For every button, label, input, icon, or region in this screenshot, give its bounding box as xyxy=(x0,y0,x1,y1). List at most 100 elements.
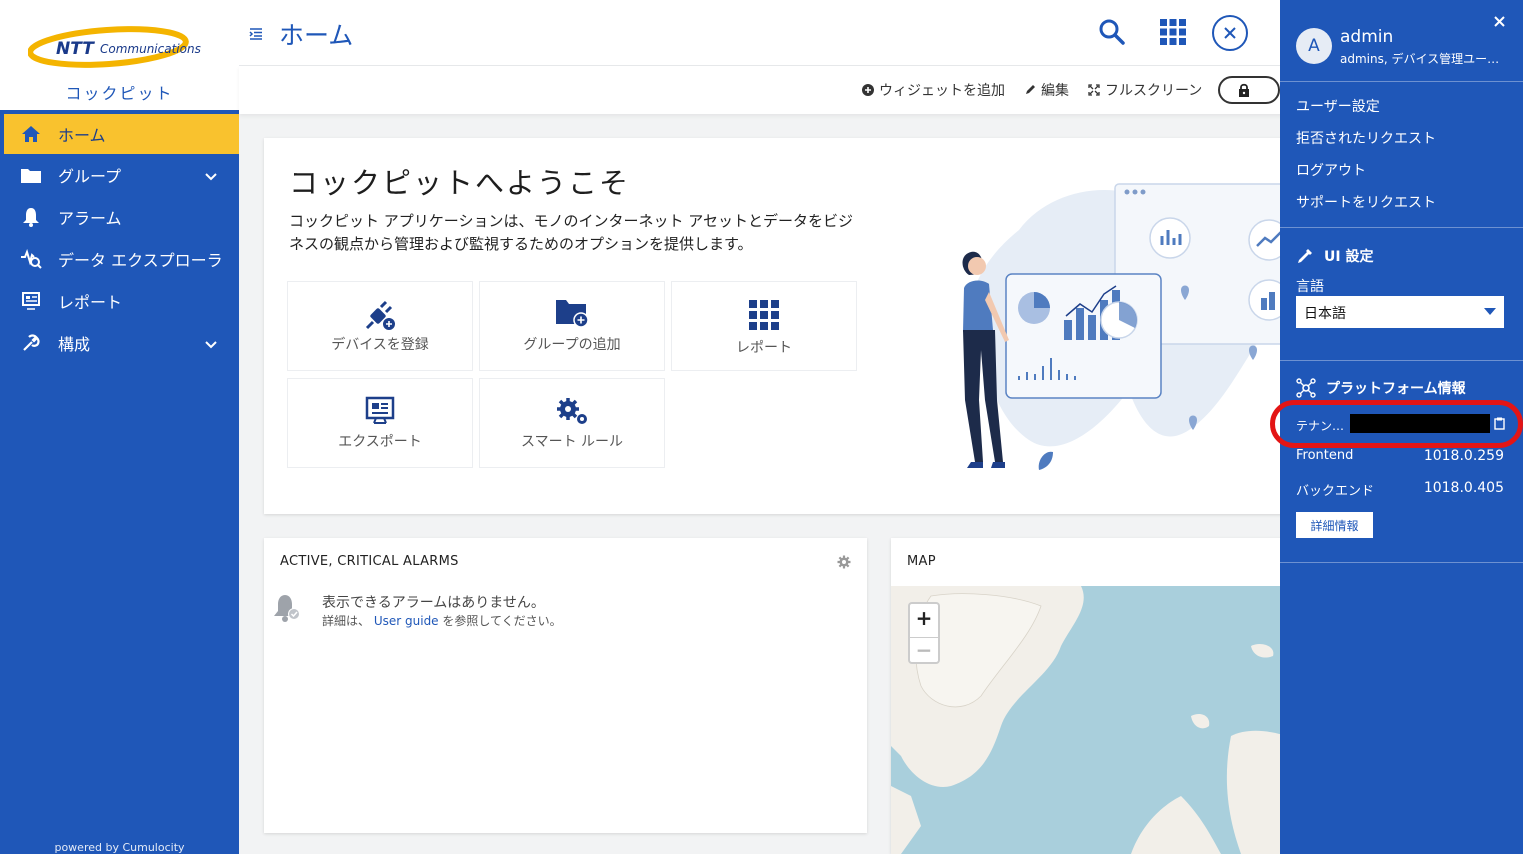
welcome-description: コックピット アプリケーションは、モノのインターネット アセットとデータをビジネ… xyxy=(289,212,853,253)
nav-item-data-explorer[interactable]: データ エクスプローラ xyxy=(0,238,239,280)
map-widget: MAP + − xyxy=(891,538,1311,854)
copy-icon[interactable] xyxy=(1494,415,1505,434)
user-name: admin xyxy=(1340,27,1394,47)
ui-settings-label: UI 設定 xyxy=(1324,249,1374,265)
page-title: ホーム xyxy=(279,21,354,50)
zoom-out-button[interactable]: − xyxy=(910,637,938,662)
edit-button[interactable]: 編集 xyxy=(1024,80,1069,100)
backend-version-row: バックエンド 1018.0.405 xyxy=(1296,480,1504,499)
no-alarms-message: 表示できるアラームはありません。 xyxy=(322,595,545,611)
backend-label: バックエンド xyxy=(1296,484,1375,499)
tools-icon xyxy=(20,332,42,354)
lock-icon xyxy=(1224,80,1264,100)
app-name: コックピット xyxy=(65,84,174,103)
sidebar-toggle-icon[interactable] xyxy=(249,25,263,44)
rejected-requests-link[interactable]: 拒否されたリクエスト xyxy=(1296,128,1436,148)
report-icon xyxy=(20,290,42,312)
request-support-link[interactable]: サポートをリクエスト xyxy=(1296,192,1436,212)
close-icon[interactable] xyxy=(1494,12,1505,31)
logout-link[interactable]: ログアウト xyxy=(1296,160,1366,180)
svg-text:Communications: Communications xyxy=(100,42,201,56)
network-icon xyxy=(1296,378,1316,398)
nav-item-label: データ エクスプローラ xyxy=(58,251,223,270)
plug-add-icon xyxy=(288,298,472,332)
dashboard-illustration xyxy=(962,183,1290,470)
add-widget-button[interactable]: ウィジェットを追加 xyxy=(862,80,1005,100)
main-nav: ホーム グループ アラーム データ エクスプローラ レポート 構成 xyxy=(0,110,239,364)
add-group-tile[interactable]: グループの追加 xyxy=(479,281,665,371)
alarms-widget-title: ACTIVE, CRITICAL ALARMS xyxy=(280,554,459,569)
reports-tile[interactable]: レポート xyxy=(671,281,857,371)
nav-item-alarms[interactable]: アラーム xyxy=(0,196,239,238)
nav-item-home[interactable]: ホーム xyxy=(0,114,239,154)
user-guide-link[interactable]: User guide xyxy=(374,614,439,628)
platform-info-label: プラットフォーム情報 xyxy=(1326,381,1466,397)
export-tile[interactable]: エクスポート xyxy=(287,378,473,468)
map-canvas[interactable]: + − xyxy=(891,586,1311,854)
nav-item-label: アラーム xyxy=(58,209,122,228)
add-group-label: グループの追加 xyxy=(523,337,621,353)
nav-item-label: グループ xyxy=(58,167,122,186)
language-select[interactable]: 日本語 xyxy=(1296,296,1504,328)
nav-item-label: レポート xyxy=(58,293,123,312)
map-zoom-control: + − xyxy=(908,602,940,664)
nav-item-label: 構成 xyxy=(58,335,91,354)
ntt-communications-logo[interactable]: NTT Communications xyxy=(28,24,214,70)
powered-by[interactable]: powered by Cumulocity xyxy=(0,841,239,854)
export-label: エクスポート xyxy=(338,434,422,450)
tenant-id-redacted xyxy=(1350,414,1490,433)
gears-icon xyxy=(480,395,664,429)
smart-rules-label: スマート ルール xyxy=(520,434,624,450)
chevron-down-icon[interactable] xyxy=(205,166,217,185)
chevron-down-icon[interactable] xyxy=(205,334,217,353)
close-panel-icon[interactable] xyxy=(1212,15,1248,51)
bell-icon xyxy=(20,206,42,228)
user-panel: A admin admins, デバイス管理ユー… ユーザー設定 拒否されたリク… xyxy=(1270,0,1523,854)
critical-alarms-widget: ACTIVE, CRITICAL ALARMS 表示できるアラームはありません。… xyxy=(264,538,867,833)
alarms-help-text: 詳細は、 User guide を参照してください。 xyxy=(322,612,562,629)
welcome-widget: コックピットへようこそ コックピット アプリケーションは、モノのインターネット … xyxy=(264,138,1304,514)
zoom-in-button[interactable]: + xyxy=(910,606,938,630)
divider xyxy=(1280,81,1523,82)
data-explorer-icon xyxy=(20,248,42,270)
pencil-icon xyxy=(1026,85,1035,94)
smart-rules-tile[interactable]: スマート ルール xyxy=(479,378,665,468)
widget-settings-icon[interactable] xyxy=(837,554,851,573)
fullscreen-icon xyxy=(1088,84,1100,96)
backend-version: 1018.0.405 xyxy=(1423,480,1504,496)
frontend-version-row: Frontend 1018.0.259 xyxy=(1296,448,1504,464)
nav-item-label: ホーム xyxy=(58,126,106,145)
reports-label: レポート xyxy=(736,340,792,356)
register-device-tile[interactable]: デバイスを登録 xyxy=(287,281,473,371)
nav-item-groups[interactable]: グループ xyxy=(0,154,239,196)
avatar: A xyxy=(1296,28,1332,64)
nav-item-configuration[interactable]: 構成 xyxy=(0,322,239,364)
frontend-version: 1018.0.259 xyxy=(1423,448,1504,464)
edit-label: 編集 xyxy=(1041,83,1069,99)
app-switcher-icon[interactable] xyxy=(1157,16,1189,48)
grid-report-icon xyxy=(672,298,856,332)
sidebar: NTT Communications コックピット ホーム グループ アラーム xyxy=(0,0,239,854)
welcome-title: コックピットへようこそ xyxy=(289,166,631,200)
search-icon[interactable] xyxy=(1096,16,1128,48)
help-prefix: 詳細は、 xyxy=(322,614,371,628)
brand-header: NTT Communications コックピット xyxy=(0,0,239,110)
help-suffix: を参照してください。 xyxy=(442,614,562,628)
alarm-bell-icon xyxy=(272,592,302,628)
register-device-label: デバイスを登録 xyxy=(331,337,429,353)
folder-icon xyxy=(20,164,42,186)
divider xyxy=(1280,227,1523,228)
fullscreen-label: フルスクリーン xyxy=(1105,83,1203,99)
fullscreen-button[interactable]: フルスクリーン xyxy=(1088,80,1202,100)
nav-item-reports[interactable]: レポート xyxy=(0,280,239,322)
language-label: 言語 xyxy=(1296,279,1324,295)
user-settings-link[interactable]: ユーザー設定 xyxy=(1296,96,1380,116)
map-tiles xyxy=(891,586,1311,854)
caret-down-icon xyxy=(1484,308,1496,315)
export-icon xyxy=(288,395,472,429)
home-icon xyxy=(20,123,42,145)
details-button[interactable]: 詳細情報 xyxy=(1296,512,1373,538)
lock-dashboard-toggle[interactable] xyxy=(1218,76,1280,104)
folder-add-icon xyxy=(480,298,664,332)
divider xyxy=(1280,562,1523,563)
